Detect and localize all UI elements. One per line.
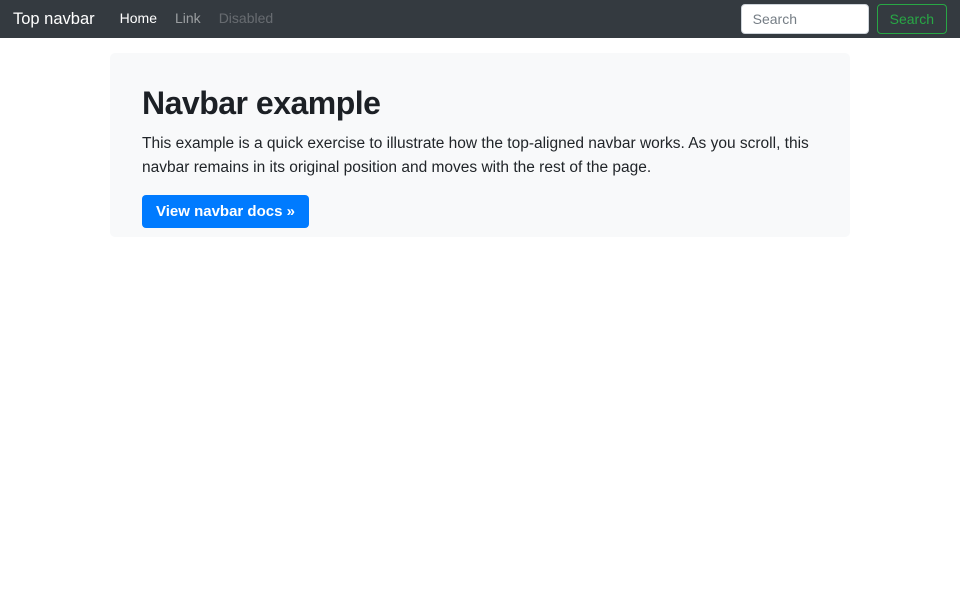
page-description: This example is a quick exercise to illu… bbox=[142, 135, 809, 177]
main-container: Navbar example This example is a quick e… bbox=[110, 53, 850, 237]
jumbotron: Navbar example This example is a quick e… bbox=[110, 53, 850, 237]
page-title: Navbar example bbox=[142, 85, 381, 121]
nav-item-disabled: Disabled bbox=[218, 10, 274, 26]
navbar-brand[interactable]: Top navbar bbox=[13, 10, 95, 29]
search-input[interactable] bbox=[740, 4, 869, 34]
nav-item-home[interactable]: Home bbox=[111, 2, 166, 34]
top-navbar: Top navbar Home Link Disabled Search bbox=[0, 0, 960, 38]
search-form: Search bbox=[740, 4, 947, 34]
navbar-nav: Home Link Disabled bbox=[111, 10, 283, 28]
view-navbar-docs-button[interactable]: View navbar docs » bbox=[142, 195, 309, 229]
search-button[interactable]: Search bbox=[876, 4, 947, 34]
nav-item-link[interactable]: Link bbox=[166, 2, 210, 34]
